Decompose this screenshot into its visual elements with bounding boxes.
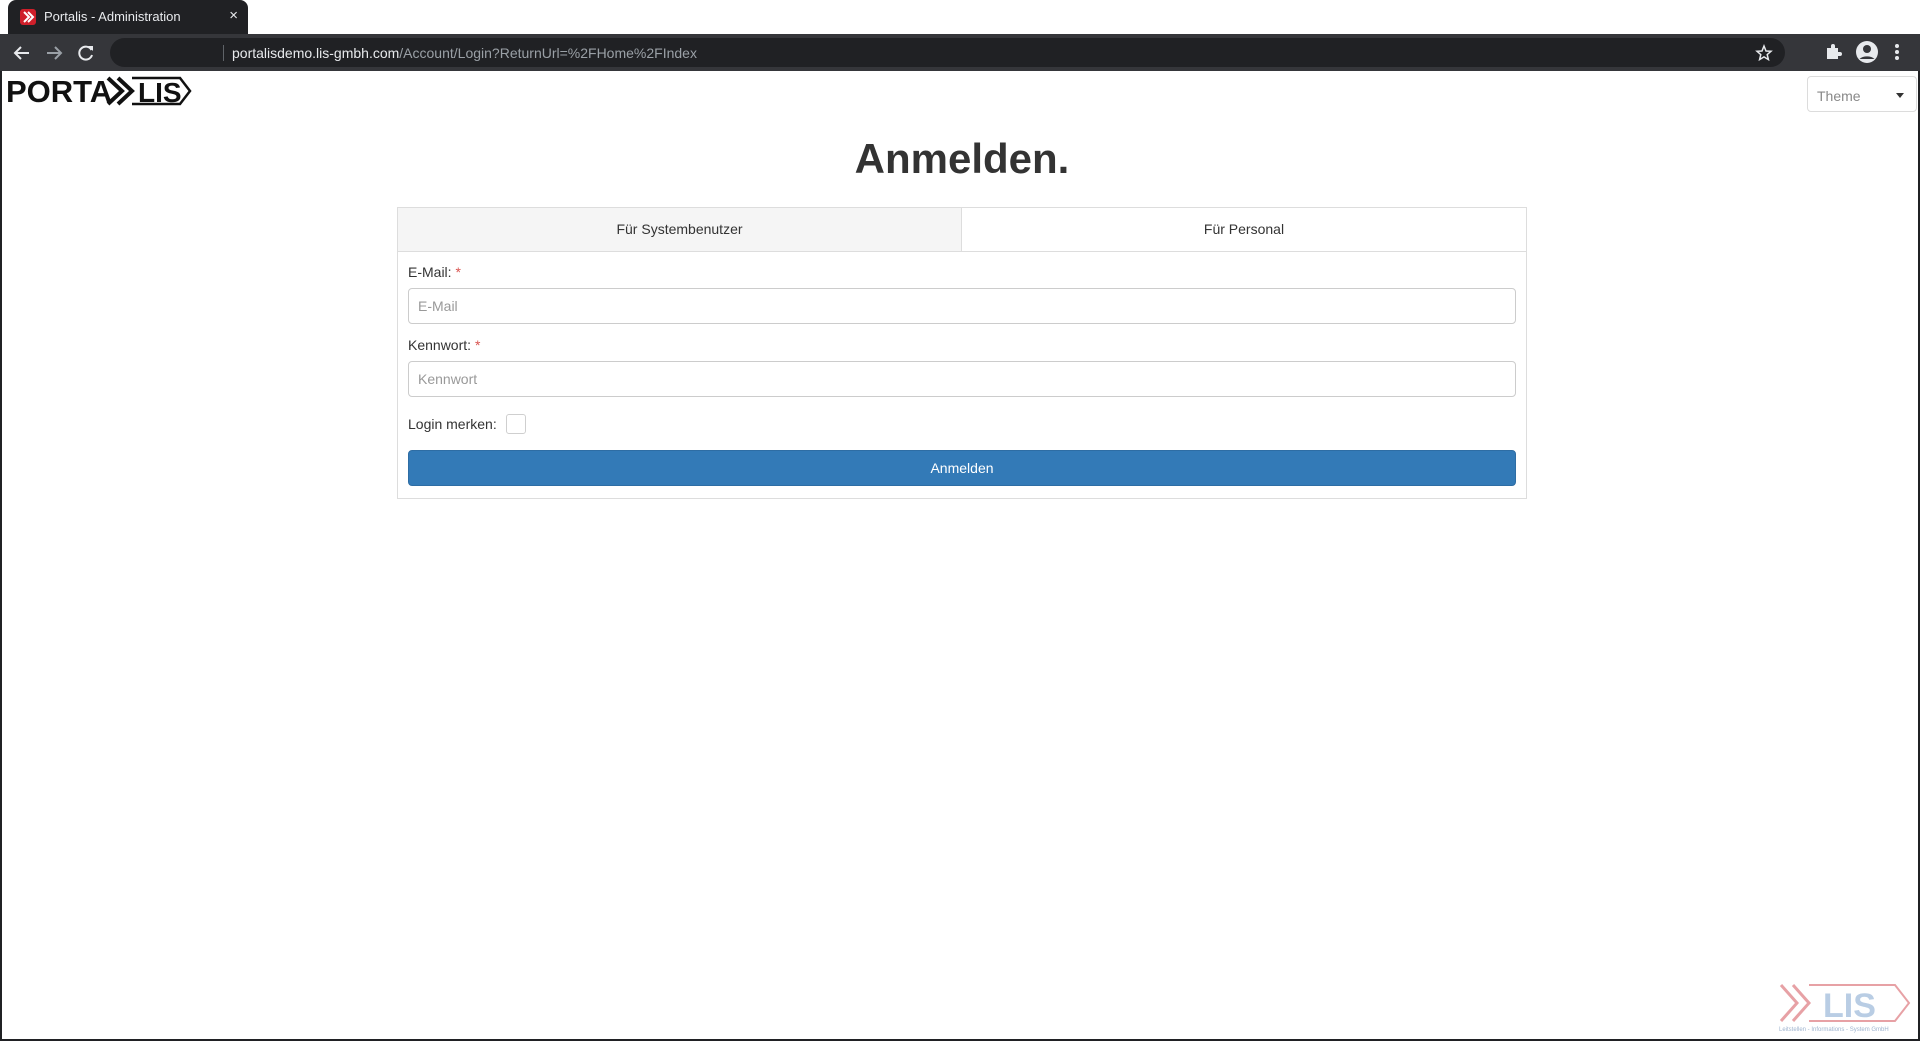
login-card: Für Systembenutzer Für Personal E-Mail: … — [397, 207, 1527, 499]
back-arrow-icon[interactable] — [11, 42, 33, 64]
bookmark-star-icon[interactable] — [1755, 43, 1773, 67]
remember-login-checkbox[interactable] — [506, 414, 526, 434]
tab-close-icon[interactable]: × — [229, 7, 238, 25]
portalis-logo[interactable]: PORTA LIS — [6, 74, 192, 112]
theme-dropdown-label: Theme — [1817, 88, 1861, 104]
url-path: /Account/Login?ReturnUrl=%2FHome%2FIndex — [399, 45, 697, 61]
password-label: Kennwort: * — [408, 337, 480, 353]
tab-system-users[interactable]: Für Systembenutzer — [398, 208, 962, 251]
remember-login-label: Login merken: — [408, 416, 497, 432]
login-submit-button[interactable]: Anmelden — [408, 450, 1516, 486]
page-title: Anmelden. — [854, 135, 1070, 182]
extensions-puzzle-icon[interactable] — [1823, 42, 1843, 67]
password-label-text: Kennwort: — [408, 337, 472, 353]
theme-dropdown[interactable]: Theme — [1807, 76, 1917, 112]
forward-arrow-icon[interactable] — [43, 42, 65, 64]
url-host: portalisdemo.lis-gmbh.com — [232, 45, 400, 61]
tab-staff[interactable]: Für Personal — [962, 208, 1526, 251]
browser-tab[interactable]: Portalis - Administration × — [8, 0, 248, 34]
svg-text:LIS: LIS — [1823, 987, 1876, 1025]
portalis-favicon-icon — [20, 9, 36, 25]
required-marker: * — [455, 264, 461, 280]
profile-avatar-icon[interactable] — [1855, 40, 1879, 69]
address-bar[interactable]: portalisdemo.lis-gmbh.com/Account/Login?… — [110, 38, 1785, 67]
address-divider — [223, 45, 224, 61]
lis-footer-logo: LIS Leitstellen - Informations - System … — [1777, 981, 1912, 1038]
browser-menu-icon[interactable] — [1893, 42, 1901, 67]
password-field[interactable] — [408, 361, 1516, 397]
email-label: E-Mail: * — [408, 264, 461, 280]
chevron-down-icon — [1896, 93, 1904, 98]
reload-icon[interactable] — [75, 42, 97, 64]
email-label-text: E-Mail: — [408, 264, 452, 280]
tab-title: Portalis - Administration — [44, 9, 181, 24]
browser-toolbar: portalisdemo.lis-gmbh.com/Account/Login?… — [0, 34, 1920, 71]
email-field[interactable] — [408, 288, 1516, 324]
page-content: PORTA LIS Theme Anmelden. Für Systembenu… — [0, 71, 1920, 1041]
required-marker: * — [474, 337, 481, 353]
browser-tabstrip: Portalis - Administration × — [0, 0, 1920, 34]
svg-text:LIS: LIS — [138, 77, 182, 107]
svg-text:PORTA: PORTA — [6, 75, 112, 107]
login-tabs: Für Systembenutzer Für Personal — [398, 208, 1526, 252]
url-text[interactable]: portalisdemo.lis-gmbh.com/Account/Login?… — [232, 45, 697, 61]
svg-text:Leitstellen - Informations - S: Leitstellen - Informations - System GmbH — [1779, 1027, 1889, 1033]
